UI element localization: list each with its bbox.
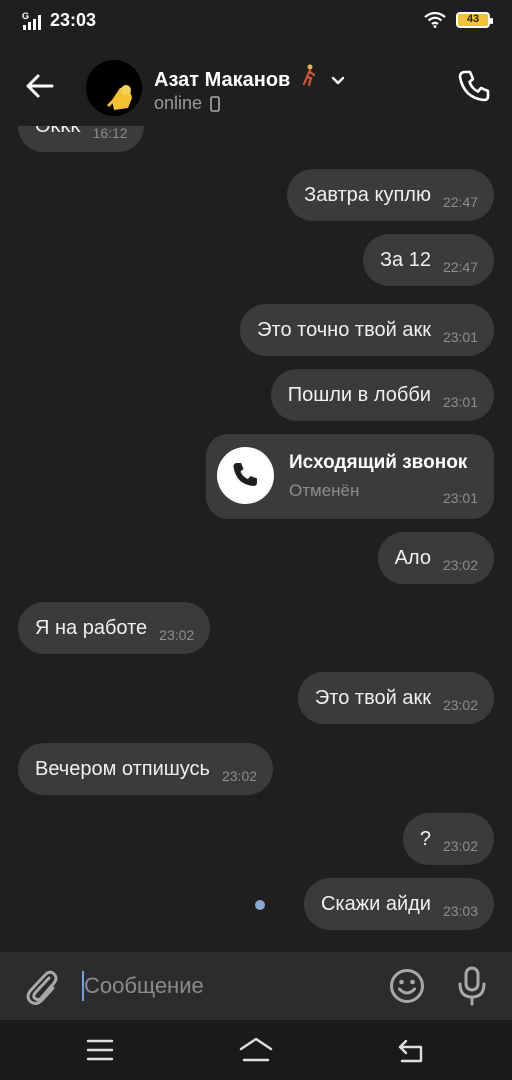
battery-icon: 43 [456, 12, 493, 28]
message-time: 23:02 [442, 697, 478, 713]
message-time: 23:02 [221, 768, 258, 784]
avatar-image [86, 60, 142, 116]
status-bar-right: 43 [424, 12, 493, 28]
battery-level: 43 [466, 13, 480, 25]
message-input[interactable]: Сообщение [82, 969, 372, 1003]
message-bubble-outgoing[interactable]: ? 23:02 [402, 813, 494, 865]
message-text: Я на работе [35, 616, 148, 639]
system-nav-bar [0, 1020, 512, 1080]
message-time: 23:02 [442, 838, 478, 854]
message-time: 23:01 [442, 394, 478, 410]
status-bar: G 23:03 43 [0, 0, 512, 46]
message-bubble-outgoing[interactable]: Это твой акк 23:02 [297, 672, 494, 724]
message-text: Это точно твой акк [257, 318, 431, 341]
contact-name-text: Азат Маканов [154, 69, 291, 91]
call-message[interactable]: Исходящий звонок Отменён 23:01 [206, 434, 494, 519]
message-time: 23:03 [442, 903, 478, 919]
message-time: 16:12 [92, 126, 128, 141]
phone-icon[interactable] [456, 68, 492, 104]
emoji-icon[interactable] [389, 968, 425, 1004]
message-bubble-outgoing[interactable]: Это точно твой акк 23:01 [240, 304, 494, 356]
paperclip-icon[interactable] [22, 966, 60, 1006]
message-text: Пошли в лобби [287, 383, 431, 406]
message-composer: Сообщение [0, 952, 512, 1020]
message-list[interactable]: Okkk 16:12 Завтра куплю 22:47 За 12 22:4… [0, 126, 512, 952]
message-bubble-outgoing[interactable]: Ало 23:02 [377, 532, 494, 584]
status-bar-left: G 23:03 [22, 10, 96, 31]
back-arrow-icon[interactable] [22, 68, 58, 104]
message-text: Скажи айди [320, 892, 431, 915]
svg-text:G: G [22, 11, 29, 21]
message-input-placeholder: Сообщение [84, 973, 204, 998]
message-bubble-outgoing[interactable]: Пошли в лобби 23:01 [270, 369, 494, 421]
chat-header: Азат Маканов online [0, 46, 512, 126]
message-time: 23:01 [442, 329, 478, 345]
message-time: 23:02 [159, 627, 195, 643]
message-text: Ало [394, 546, 431, 569]
message-bubble-incoming[interactable]: Okkk 16:12 [18, 126, 144, 152]
message-text: Это твой акк [314, 686, 431, 709]
back-icon[interactable] [396, 1038, 426, 1064]
message-text: Завтра куплю [304, 183, 431, 206]
person-walking-icon [302, 64, 316, 91]
message-bubble-outgoing[interactable]: Завтра куплю 22:47 [287, 169, 494, 221]
contact-name[interactable]: Азат Маканов [154, 64, 345, 92]
contact-status: online [154, 93, 220, 114]
phone-icon [233, 463, 257, 486]
call-status: Отменён [289, 481, 360, 500]
message-text: Okkk [35, 126, 81, 138]
message-text: За 12 [379, 248, 431, 271]
avatar[interactable] [86, 60, 142, 116]
message-time: 22:47 [442, 259, 478, 275]
call-circle[interactable] [217, 447, 274, 504]
clock: 23:03 [50, 10, 97, 30]
message-text: Вечером отпишусь [35, 757, 210, 780]
unread-indicator [255, 900, 265, 910]
message-time: 22:47 [442, 194, 478, 210]
message-bubble-incoming[interactable]: Вечером отпишусь 23:02 [18, 743, 274, 795]
message-time: 23:01 [442, 490, 478, 506]
message-time: 23:02 [442, 557, 478, 573]
message-bubble-incoming[interactable]: Я на работе 23:02 [18, 602, 211, 654]
signal-icon: G [22, 11, 41, 30]
message-text: ? [419, 827, 431, 850]
call-title: Исходящий звонок [289, 452, 468, 473]
message-bubble-outgoing[interactable]: За 12 22:47 [362, 234, 494, 286]
wifi-icon [424, 12, 446, 28]
mobile-device-icon [210, 95, 220, 112]
message-bubble-outgoing[interactable]: Скажи айди 23:03 [303, 878, 494, 930]
online-status: online [154, 93, 203, 113]
home-icon[interactable] [238, 1036, 274, 1064]
microphone-icon[interactable] [456, 966, 488, 1006]
menu-icon[interactable] [86, 1038, 114, 1062]
chevron-down-icon[interactable] [331, 76, 345, 86]
